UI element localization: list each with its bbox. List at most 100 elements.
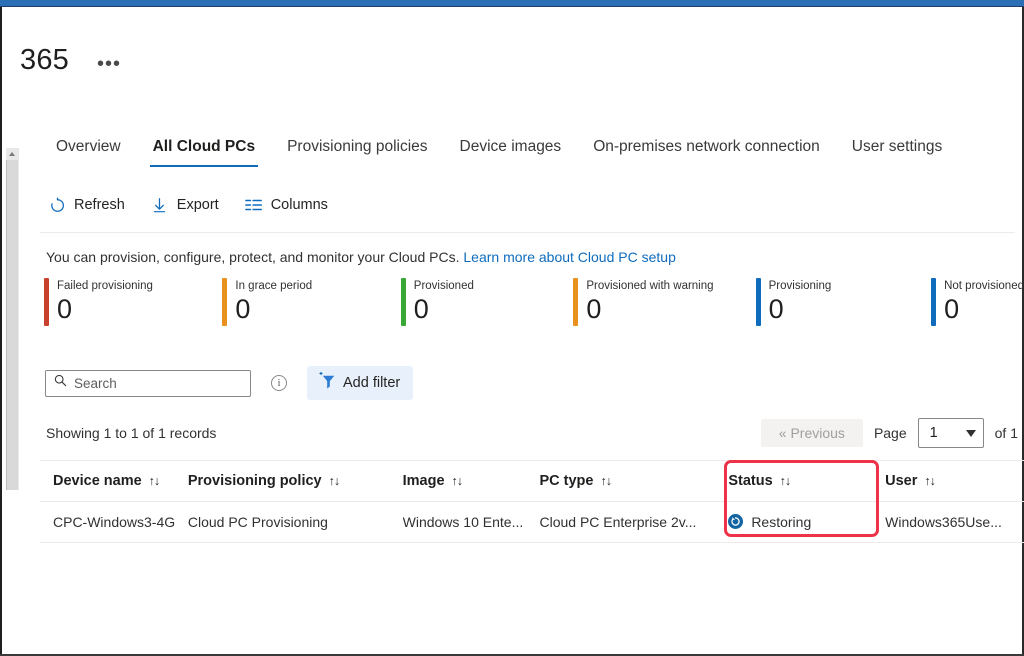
search-row: Search i Add filter xyxy=(45,366,414,400)
tab-provisioning-policies[interactable]: Provisioning policies xyxy=(271,138,443,167)
tile-value: 0 xyxy=(586,294,602,324)
tile-label: Not provisioned xyxy=(944,280,1024,292)
tile-not-provisioned[interactable]: Not provisioned 0 xyxy=(931,278,1024,326)
search-placeholder: Search xyxy=(74,375,117,391)
export-icon xyxy=(151,196,169,214)
command-bar-divider xyxy=(40,232,1015,233)
column-header-provisioning-policy[interactable]: Provisioning policy ↑↓ xyxy=(188,473,403,489)
tile-color-bar xyxy=(931,278,937,326)
tile-color-bar xyxy=(400,278,406,326)
tile-label: Provisioned with warning xyxy=(586,280,714,292)
previous-page-button[interactable]: « Previous xyxy=(760,419,863,447)
chevron-down-icon xyxy=(965,429,976,437)
tile-in-grace-period[interactable]: In grace period 0 xyxy=(222,278,400,326)
command-bar: Refresh Export Columns xyxy=(48,196,328,214)
pagination: « Previous Page 1 of 1 xyxy=(760,418,1018,448)
tile-color-bar xyxy=(222,278,228,326)
column-header-label: PC type xyxy=(539,472,594,489)
columns-button[interactable]: Columns xyxy=(244,196,328,214)
cell-device-name[interactable]: CPC-Windows3-4G xyxy=(40,514,188,530)
search-input[interactable]: Search xyxy=(45,369,251,397)
cell-user: Windows365Use... xyxy=(885,513,1002,530)
tab-all-cloud-pcs[interactable]: All Cloud PCs xyxy=(137,138,271,167)
refresh-button[interactable]: Refresh xyxy=(48,196,125,214)
tile-failed-provisioning[interactable]: Failed provisioning 0 xyxy=(44,278,222,326)
columns-icon xyxy=(244,196,263,214)
page-root: 365 ••• Overview All Cloud PCs Provision… xyxy=(0,0,1024,656)
column-header-device-name[interactable]: Device name ↑↓ xyxy=(40,473,188,489)
tile-label: Failed provisioning xyxy=(57,280,153,292)
more-options-icon[interactable]: ••• xyxy=(97,53,121,74)
columns-label: Columns xyxy=(270,197,328,213)
page-number-select[interactable]: 1 xyxy=(917,418,984,448)
page-description-text: You can provision, configure, protect, a… xyxy=(46,249,460,265)
page-description: You can provision, configure, protect, a… xyxy=(46,249,676,265)
table-row[interactable]: CPC-Windows3-4G Cloud PC Provisioning Wi… xyxy=(40,501,1024,542)
info-icon[interactable]: i xyxy=(271,375,287,391)
table-header-row: Device name ↑↓ Provisioning policy ↑↓ Im… xyxy=(40,460,1024,501)
sort-icon: ↑↓ xyxy=(328,473,340,488)
tab-on-premises-network-connection[interactable]: On-premises network connection xyxy=(577,138,836,167)
total-pages-label: of 1 xyxy=(994,425,1018,441)
cloud-pcs-table: Device name ↑↓ Provisioning policy ↑↓ Im… xyxy=(40,460,1024,543)
status-badge: Restoring xyxy=(751,513,812,530)
add-filter-icon xyxy=(317,371,336,394)
cell-status: Restoring xyxy=(704,514,884,530)
sort-icon: ↑↓ xyxy=(779,473,791,488)
column-header-label: Provisioning policy xyxy=(187,472,322,489)
refresh-label: Refresh xyxy=(74,197,125,213)
column-header-pc-type[interactable]: PC type ↑↓ xyxy=(539,473,704,489)
column-header-label: Status xyxy=(728,472,773,489)
tab-overview[interactable]: Overview xyxy=(40,138,137,167)
cell-pc-type: Cloud PC Enterprise 2v... xyxy=(539,513,697,530)
sort-icon: ↑↓ xyxy=(148,473,160,488)
tile-color-bar xyxy=(755,278,761,326)
export-button[interactable]: Export xyxy=(151,196,219,214)
tile-label: Provisioned xyxy=(413,280,474,292)
tile-label: In grace period xyxy=(235,280,313,292)
tile-color-bar xyxy=(573,278,579,326)
tile-value: 0 xyxy=(235,294,251,324)
add-filter-label: Add filter xyxy=(343,375,401,391)
page-title: 365 xyxy=(20,44,69,76)
records-count: Showing 1 to 1 of 1 records xyxy=(46,425,217,441)
tile-provisioned-with-warning[interactable]: Provisioned with warning 0 xyxy=(573,278,755,326)
tile-color-bar xyxy=(44,278,49,326)
export-label: Export xyxy=(176,197,219,213)
sort-icon: ↑↓ xyxy=(600,473,611,488)
scrollbar-up-arrow[interactable] xyxy=(6,148,19,160)
browser-accent-bar xyxy=(0,0,1024,7)
table-header-top-divider xyxy=(40,460,1024,461)
cell-provisioning-policy: Cloud PC Provisioning xyxy=(187,513,328,530)
tab-user-settings[interactable]: User settings xyxy=(836,138,958,167)
column-header-label: Device name xyxy=(53,472,142,489)
column-header-status[interactable]: Status ↑↓ xyxy=(704,473,884,489)
restoring-icon xyxy=(728,514,744,529)
tile-value: 0 xyxy=(768,294,784,324)
tab-bar: Overview All Cloud PCs Provisioning poli… xyxy=(40,138,958,167)
tile-label: Provisioning xyxy=(768,280,832,292)
window-border-left xyxy=(0,7,2,656)
table-row-bottom-divider xyxy=(40,542,1024,543)
learn-more-link[interactable]: Learn more about Cloud PC setup xyxy=(463,249,675,265)
page-label: Page xyxy=(873,425,907,441)
tile-value: 0 xyxy=(413,294,429,324)
status-tiles: Failed provisioning 0 In grace period 0 … xyxy=(44,278,1024,326)
tile-provisioned[interactable]: Provisioned 0 xyxy=(400,278,574,326)
column-header-label: Image xyxy=(402,472,445,489)
sort-icon: ↑↓ xyxy=(924,473,935,488)
add-filter-button[interactable]: Add filter xyxy=(307,366,414,400)
tile-value: 0 xyxy=(944,294,960,324)
column-header-image[interactable]: Image ↑↓ xyxy=(403,473,540,489)
sort-icon: ↑↓ xyxy=(451,473,463,488)
app-header: 365 ••• xyxy=(20,44,121,77)
vertical-scrollbar[interactable] xyxy=(6,160,19,490)
tile-provisioning[interactable]: Provisioning 0 xyxy=(755,278,931,326)
table-header-bottom-divider xyxy=(40,501,1024,502)
page-number-value: 1 xyxy=(929,425,938,441)
column-header-label: User xyxy=(885,472,918,489)
tile-value: 0 xyxy=(57,294,73,324)
refresh-icon xyxy=(48,196,66,214)
tab-device-images[interactable]: Device images xyxy=(444,138,578,167)
column-header-user[interactable]: User ↑↓ xyxy=(884,473,1024,489)
